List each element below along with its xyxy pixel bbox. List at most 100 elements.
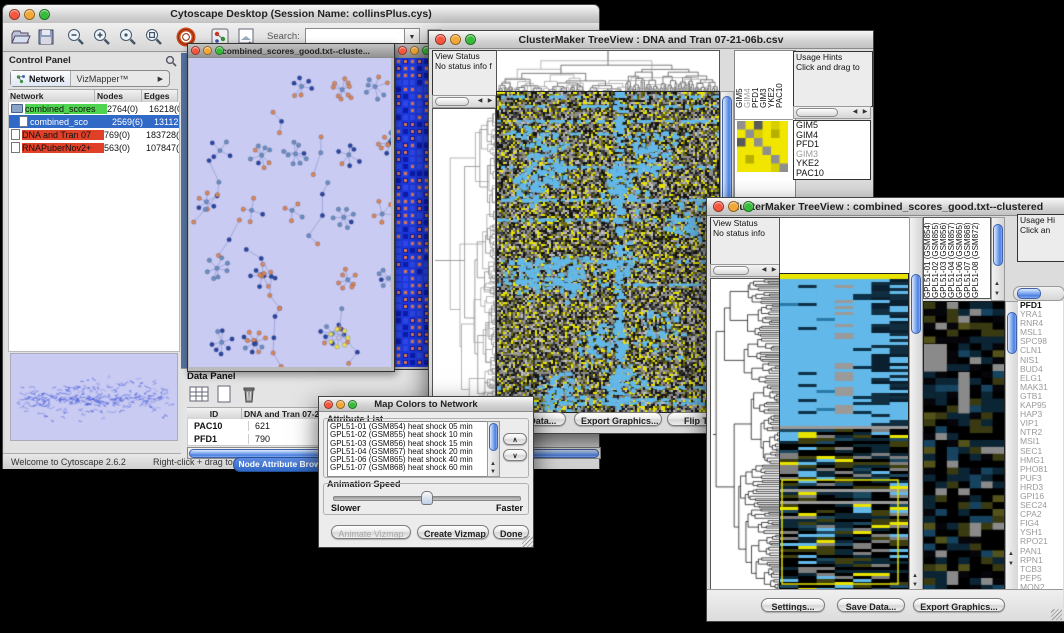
scroll-right-icon[interactable]: ▶ [860,109,870,116]
network-tab-icon [16,74,26,84]
save-session-icon[interactable] [35,26,57,48]
tv2-zoom-heatmap[interactable] [923,301,1005,591]
network-list-row[interactable]: DNA and Tran 07769(0)183728(0) [9,128,179,141]
treeview1-titlebar[interactable]: ClusterMaker TreeView : DNA and Tran 07-… [429,31,873,49]
network-name: combined_scores [25,104,107,114]
scroll-right-icon[interactable]: ▶ [769,267,779,274]
tv1-status-hscrollbar[interactable]: ◀ ▶ [432,95,496,108]
view-status-message: No status info f [435,62,495,72]
minimize-icon[interactable] [203,46,212,55]
zoom-out-icon[interactable] [65,26,87,48]
doc-icon [19,116,28,127]
tv2-status-hscrollbar[interactable]: ◀ ▶ [710,264,780,277]
resize-grip[interactable] [522,536,533,547]
zoom-in-icon[interactable] [91,26,113,48]
window-controls[interactable] [9,9,50,20]
tv1-usage-hscrollbar[interactable]: ◀ ▶ [793,106,871,119]
col-edges[interactable]: Edges [142,90,178,102]
network-view-canvas[interactable] [189,58,391,367]
minimize-icon[interactable] [728,201,739,212]
network-view-window: combined_scores_good.txt--cluste... [187,43,395,372]
scroll-down-icon[interactable]: ▼ [910,582,920,589]
speed-slider-thumb[interactable] [421,491,433,505]
delete-attribute-icon[interactable] [239,385,259,403]
minimize-icon[interactable] [24,9,35,20]
tv2-genes-vscrollbar[interactable]: ▲ ▼ [1005,301,1019,591]
close-icon[interactable] [713,201,724,212]
col-nodes[interactable]: Nodes [95,90,142,102]
tv2-labels-vscrollbar[interactable]: ▲ ▼ [991,217,1005,301]
scroll-left-icon[interactable]: ◀ [759,267,769,274]
row-id: PAC10 [188,421,249,431]
col-network[interactable]: Network [8,90,95,102]
tv2-settings-button[interactable]: Settings... [761,598,825,612]
zoom-window-icon[interactable] [348,400,357,409]
attribute-list[interactable]: GPL51-01 (GSM854) heat shock 05 minGPL51… [327,421,491,477]
zoom-window-icon[interactable] [465,34,476,45]
network-table-header: Network Nodes Edges [8,89,178,103]
minimize-icon[interactable] [336,400,345,409]
move-down-button[interactable]: ∨ [503,449,527,461]
move-up-button[interactable]: ∧ [503,433,527,445]
network-overview-panel[interactable] [10,353,178,441]
tabs-more-icon[interactable]: ▶ [152,75,169,83]
close-icon[interactable] [191,46,200,55]
zoom-window-icon[interactable] [215,46,224,55]
scroll-down-icon[interactable]: ▼ [1006,561,1016,568]
scroll-left-icon[interactable]: ◀ [850,109,860,116]
tv1-heatmap[interactable] [496,91,720,413]
tv2-export-graphics-button[interactable]: Export Graphics... [913,598,1005,612]
attribute-item[interactable]: GPL51-07 (GSM868) heat shock 60 min [330,464,488,472]
zoom-window-icon[interactable] [743,201,754,212]
tv1-export-graphics-button[interactable]: Export Graphics... [574,412,662,426]
network-edges: 13112(15) [154,117,179,127]
scroll-up-icon[interactable]: ▲ [1006,551,1016,558]
zoom-fit-icon[interactable] [143,26,165,48]
attribute-list-vscrollbar[interactable]: ▲ ▼ [487,421,500,477]
zoom-window-icon[interactable] [39,9,50,20]
close-icon[interactable] [324,400,333,409]
close-icon[interactable] [398,46,407,55]
network-list-row[interactable]: combined_scores2764(0)16218(0) [9,102,179,115]
animate-vizmap-button[interactable]: Animate Vizmap [331,525,411,539]
resize-grip[interactable] [1051,609,1062,620]
tv2-save-data-button[interactable]: Save Data... [837,598,905,612]
network-titlebar[interactable]: combined_scores_good.txt--cluste... [188,44,394,58]
treeview2-titlebar[interactable]: ClusterMaker TreeView : combined_scores_… [707,198,1064,216]
status-message: Welcome to Cytoscape 2.6.2 [11,457,126,467]
scroll-up-icon[interactable]: ▲ [488,461,498,468]
tv2-vscrollbar[interactable]: ▲ ▼ [909,217,923,591]
tv2-row-dendrogram[interactable] [710,278,781,591]
new-attribute-icon[interactable] [214,385,234,403]
row-value: 790 [249,434,270,444]
tv2-gene-list[interactable]: PFD1YRA1RNR4MSL1SPC98CLN1NIS1BUD4ELG1MAK… [1018,301,1063,589]
scroll-right-icon[interactable]: ▶ [485,98,495,105]
main-titlebar[interactable]: Cytoscape Desktop (Session Name: collins… [3,5,599,24]
tab-node-attribute-browser[interactable]: Node Attribute Brows [233,457,331,472]
dialog-titlebar[interactable]: Map Colors to Network [319,397,533,412]
close-icon[interactable] [435,34,446,45]
close-icon[interactable] [9,9,20,20]
tv1-column-dendrogram[interactable] [496,50,720,93]
tv2-heatmap[interactable] [779,273,909,591]
tv1-zoom-heatmap[interactable] [737,121,788,172]
tab-vizmapper[interactable]: VizMapper™ [71,74,135,84]
scroll-up-icon[interactable]: ▲ [992,281,1002,288]
network-list-row[interactable]: RNAPuberNov2+563(0)107847(0) [9,141,179,154]
scroll-up-icon[interactable]: ▲ [910,573,920,580]
tv1-row-dendrogram[interactable] [432,108,496,413]
scroll-left-icon[interactable]: ◀ [475,98,485,105]
tv1-gene-list[interactable]: GIM5GIM4PFD1GIM3YKE2PAC10 [793,120,871,180]
scroll-down-icon[interactable]: ▼ [488,469,498,476]
minimize-icon[interactable] [410,46,419,55]
tv2-usage-hscrollbar[interactable] [1013,286,1064,301]
tab-network[interactable]: Network [11,71,71,86]
minimize-icon[interactable] [450,34,461,45]
open-file-icon[interactable] [9,26,31,48]
float-panel-icon[interactable] [165,55,177,67]
zoom-selected-icon[interactable] [117,26,139,48]
create-vizmap-button[interactable]: Create Vizmap [417,525,489,539]
table-mode-icon[interactable] [189,385,209,403]
network-list-row[interactable]: combined_sco2569(6)13112(15) [9,115,179,128]
scroll-down-icon[interactable]: ▼ [992,291,1002,298]
